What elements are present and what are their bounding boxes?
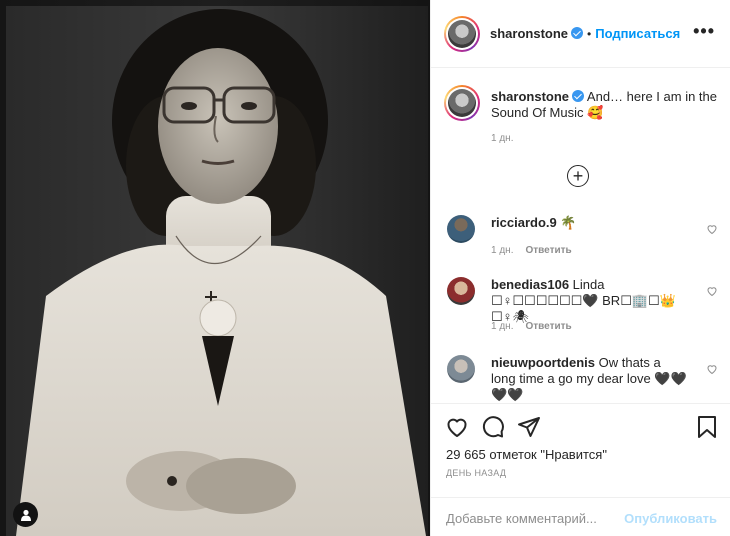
user-tag-button[interactable] — [13, 502, 38, 527]
verified-badge-icon — [571, 27, 584, 39]
comment-like-icon[interactable] — [706, 223, 718, 235]
comment-username[interactable]: benedias106 — [491, 277, 569, 292]
add-comment-bar: Добавьте комментарий... Опубликовать — [431, 497, 730, 536]
caption-avatar[interactable] — [444, 85, 480, 121]
comment-avatar[interactable] — [447, 355, 475, 383]
follow-button[interactable]: Подписаться — [595, 26, 680, 41]
comment-time: 1 дн. — [491, 245, 514, 256]
comment-icon[interactable] — [481, 415, 505, 439]
caption-username[interactable]: sharonstone — [491, 89, 569, 104]
caption-time: 1 дн. — [491, 133, 514, 144]
more-options-icon[interactable]: ••• — [693, 22, 715, 40]
post-header: sharonstone • Подписаться ••• — [431, 0, 730, 68]
post-photo[interactable] — [0, 0, 430, 536]
post-time: ДЕНЬ НАЗАД — [446, 468, 507, 478]
publish-button[interactable]: Опубликовать — [624, 511, 717, 526]
comment-meta: 1 дн. Ответить — [491, 245, 572, 256]
reply-button[interactable]: Ответить — [525, 321, 571, 332]
comment-input[interactable]: Добавьте комментарий... — [446, 511, 597, 526]
reply-button[interactable]: Ответить — [525, 245, 571, 256]
comment-avatar[interactable] — [447, 215, 475, 243]
comment-avatar[interactable] — [447, 277, 475, 305]
comment-text: nieuwpoortdenis Ow thats a long time a g… — [491, 355, 687, 402]
author-username[interactable]: sharonstone — [490, 26, 568, 41]
bookmark-icon[interactable] — [696, 415, 718, 439]
comment-like-icon[interactable] — [706, 285, 718, 297]
photo-image — [6, 6, 428, 536]
heart-icon[interactable] — [445, 415, 469, 439]
comment-time: 1 дн. — [491, 321, 514, 332]
post-sidebar: sharonstone • Подписаться ••• sharonstone … — [430, 0, 730, 536]
comment-username[interactable]: ricciardo.9 — [491, 215, 557, 230]
comment-like-icon[interactable] — [706, 363, 718, 375]
comment-meta: 1 дн. Ответить — [491, 321, 572, 332]
verified-badge-icon — [572, 90, 585, 102]
comment-text: benedias106 Linda ☐♀☐☐☐☐☐☐🖤 BR☐🏢☐👑☐♀🕷 — [491, 277, 676, 324]
caption-text: sharonstone And… here I am in the Sound … — [491, 89, 719, 121]
comment-text: ricciardo.9 🌴 — [491, 215, 577, 230]
plus-circle-icon[interactable]: + — [567, 165, 589, 187]
comment-username[interactable]: nieuwpoortdenis — [491, 355, 595, 370]
header-separator: • — [587, 27, 592, 41]
author-avatar[interactable] — [444, 15, 480, 52]
likes-count[interactable]: 29 665 отметок "Нравится" — [446, 447, 607, 462]
paper-plane-icon[interactable] — [517, 415, 541, 439]
post-actions: 29 665 отметок "Нравится" ДЕНЬ НАЗАД Доб… — [431, 403, 730, 536]
user-tag-icon — [20, 509, 31, 521]
